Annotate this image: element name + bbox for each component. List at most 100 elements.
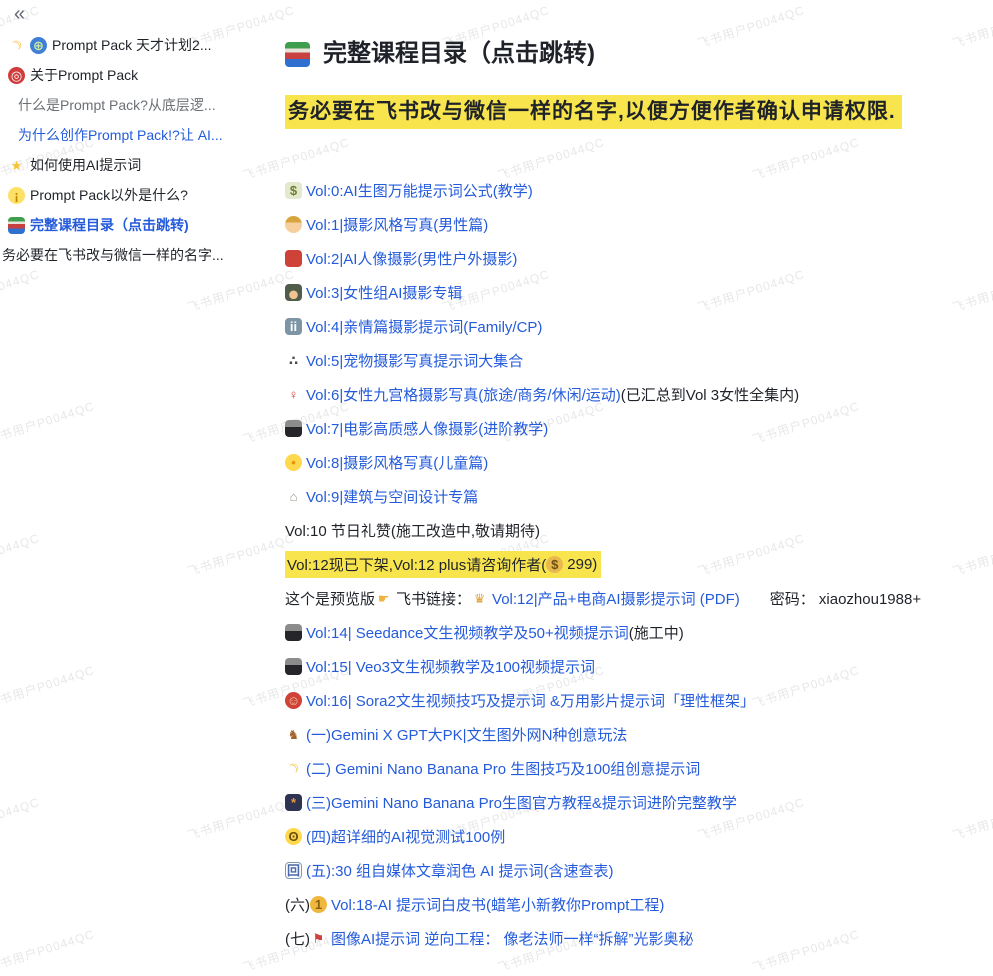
doc-link[interactable]: Vol:12|产品+电商AI摄影提示词 (PDF): [492, 588, 740, 609]
highlight-run: Vol:12现已下架,Vol:12 plus请咨询作者($ 299): [285, 551, 601, 578]
doc-link[interactable]: Vol:14| Seedance文生视频教学及50+视频提示词: [306, 622, 629, 643]
dancer-icon: ♀: [285, 386, 302, 403]
sidebar-item[interactable]: ★如何使用AI提示词: [0, 150, 270, 180]
point-right-icon: ☛: [375, 590, 392, 607]
doc-link[interactable]: (三)Gemini Nano Banana Pro生图官方教程&提示词进阶完整教…: [306, 792, 737, 813]
sidebar-item-label: 务必要在飞书改与微信一样的名字...: [2, 245, 224, 265]
watermark-text: 飞书用户P0044QC: [185, 265, 296, 316]
sidebar-item[interactable]: ☽⊕ Prompt Pack 天才计划2...: [0, 30, 270, 60]
sidebar-list: ☽⊕ Prompt Pack 天才计划2... ◎ 关于Prompt Pack 什么是P…: [0, 30, 270, 270]
catalog-row: ♞(一)Gemini X GPT大PK|文生图外网N种创意玩法: [285, 717, 987, 751]
gold-medal-icon: 1: [310, 896, 327, 913]
books-icon: [8, 217, 25, 234]
doc-link[interactable]: Vol:4|亲情篇摄影提示词(Family/CP): [306, 316, 542, 337]
sidebar-item[interactable]: 什么是Prompt Pack?从底层逻...: [0, 90, 270, 120]
doc-link[interactable]: Vol:9|建筑与空间设计专篇: [306, 486, 478, 507]
watermark-text: 飞书用户P0044QC: [0, 397, 97, 448]
catalog-row: ∴Vol:5|宠物摄影写真提示词大集合: [285, 343, 987, 377]
paw-prints-icon: ∴: [285, 352, 302, 369]
catalog-row: (六)1 Vol:18-AI 提示词白皮书(蜡笔小新教你Prompt工程): [285, 887, 987, 921]
sidebar-item[interactable]: 务必要在飞书改与微信一样的名字...: [0, 240, 270, 270]
catalog-row: Vol:12现已下架,Vol:12 plus请咨询作者($ 299): [285, 547, 987, 581]
catalog-row: (七)⚑图像AI提示词 逆向工程： 像老法师一样“拆解”光影奥秘: [285, 921, 987, 955]
dart-target-icon: ◎: [8, 67, 25, 84]
row-text: 299): [567, 556, 597, 573]
money-bag-icon: $: [546, 556, 563, 573]
monocle-face-icon: ʘ: [285, 828, 302, 845]
row-text: Vol:12现已下架,Vol:12 plus请咨询作者(: [287, 554, 546, 575]
doc-link[interactable]: (四)超详细的AI视觉测试100例: [306, 826, 505, 847]
clapper-icon: [285, 420, 302, 437]
sidebar-item[interactable]: ¡ Prompt Pack以外是什么?: [0, 180, 270, 210]
watermark-text: 飞书用户P0044QC: [0, 925, 97, 976]
globe-icon: ⊕: [30, 37, 47, 54]
doc-link[interactable]: Vol:1|摄影风格写真(男性篇): [306, 214, 488, 235]
sidebar-item-label: 关于Prompt Pack: [30, 65, 138, 85]
row-text: (七): [285, 928, 310, 949]
doc-link[interactable]: Vol:5|宠物摄影写真提示词大集合: [306, 350, 523, 371]
doc-link[interactable]: (五):30 组自媒体文章润色 AI 提示词(含速查表): [306, 860, 614, 881]
doc-link[interactable]: Vol:15| Veo3文生视频教学及100视频提示词: [306, 656, 595, 677]
row-text: (施工中): [629, 622, 684, 643]
banknote-icon: $: [285, 182, 302, 199]
watermark-text: 飞书用户P0044QC: [185, 793, 296, 844]
sidebar-item-label: 如何使用AI提示词: [30, 155, 141, 175]
clapper-icon: [285, 624, 302, 641]
man-red-cap-icon: ☺: [285, 692, 302, 709]
catalog-list: $Vol:0:AI生图万能提示词公式(教学) Vol:1|摄影风格写真(男性篇)…: [285, 173, 987, 955]
doc-link[interactable]: Vol:6|女性九宫格摄影写真(旅途/商务/休闲/运动): [306, 384, 621, 405]
catalog-row: ʘ(四)超详细的AI视觉测试100例: [285, 819, 987, 853]
watermark-text: 飞书用户P0044QC: [0, 265, 42, 316]
sidebar-item-label: Prompt Pack以外是什么?: [30, 185, 188, 205]
notice-wrap: 务必要在飞书改与微信一样的名字,以便方便作者确认申请权限.: [285, 95, 987, 129]
sidebar-item-label: 什么是Prompt Pack?从底层逻...: [18, 95, 216, 115]
document-body: 完整课程目录（点击跳转) 务必要在飞书改与微信一样的名字,以便方便作者确认申请权…: [285, 38, 987, 955]
church-icon: ⌂: [285, 488, 302, 505]
catalog-row: ♀Vol:6|女性九宫格摄影写真(旅途/商务/休闲/运动) (已汇总到Vol 3…: [285, 377, 987, 411]
catalog-row: Vol:3|女性组AI摄影专辑: [285, 275, 987, 309]
row-text: 这个是预览版: [285, 588, 375, 609]
catalog-row: Vol:1|摄影风格写真(男性篇): [285, 207, 987, 241]
books-icon: [285, 42, 310, 67]
doc-link[interactable]: Vol:2|AI人像摄影(男性户外摄影): [306, 248, 517, 269]
fireworks-icon: *: [285, 794, 302, 811]
doc-link[interactable]: Vol:3|女性组AI摄影专辑: [306, 282, 462, 303]
doc-link[interactable]: (二) Gemini Nano Banana Pro 生图技巧及100组创意提示…: [306, 758, 700, 779]
watermark-text: 飞书用户P0044QC: [0, 793, 42, 844]
catalog-row: ⌂Vol:9|建筑与空间设计专篇: [285, 479, 987, 513]
doc-link[interactable]: Vol:7|电影高质感人像摄影(进阶教学): [306, 418, 548, 439]
row-text: 密码： xiaozhou1988+: [740, 588, 921, 609]
highlighted-notice: 务必要在飞书改与微信一样的名字,以便方便作者确认申请权限.: [285, 95, 902, 129]
doc-link[interactable]: Vol:0:AI生图万能提示词公式(教学): [306, 180, 533, 201]
horse-racing-icon: ♞: [285, 726, 302, 743]
catalog-row: Vol:2|AI人像摄影(男性户外摄影): [285, 241, 987, 275]
catalog-row: Vol:7|电影高质感人像摄影(进阶教学): [285, 411, 987, 445]
doc-link[interactable]: (一)Gemini X GPT大PK|文生图外网N种创意玩法: [306, 724, 627, 745]
doc-link[interactable]: Vol:16| Sora2文生视频技巧及提示词 &万用影片提示词「理性框架」: [306, 690, 755, 711]
sidebar-item-label: Prompt Pack 天才计划2...: [52, 35, 211, 55]
doc-link[interactable]: Vol:18-AI 提示词白皮书(蜡笔小新教你Prompt工程): [331, 894, 664, 915]
sidebar-item-label: 完整课程目录（点击跳转): [30, 215, 189, 235]
doc-link[interactable]: Vol:8|摄影风格写真(儿童篇): [306, 452, 488, 473]
banana-icon: ☽: [5, 33, 29, 57]
row-text: 飞书链接：: [396, 588, 471, 609]
row-text: (六): [285, 894, 310, 915]
sidebar-item-label: 为什么创作Prompt Pack!?让 AI...: [18, 125, 223, 145]
sidebar-item[interactable]: 为什么创作Prompt Pack!?让 AI...: [0, 120, 270, 150]
bulb-icon: ¡: [8, 187, 25, 204]
golf-flag-icon: ⚑: [310, 930, 327, 947]
catalog-row: iiVol:4|亲情篇摄影提示词(Family/CP): [285, 309, 987, 343]
sidebar-item[interactable]: 完整课程目录（点击跳转): [0, 210, 270, 240]
catalog-row: ☺Vol:16| Sora2文生视频技巧及提示词 &万用影片提示词「理性框架」: [285, 683, 987, 717]
row-text: Vol:10 节日礼赞(施工改造中,敬请期待): [285, 520, 540, 541]
restroom-icon: ii: [285, 318, 302, 335]
trophy-icon: ♛: [471, 590, 488, 607]
boy-icon: [285, 216, 302, 233]
sidebar-item[interactable]: ◎ 关于Prompt Pack: [0, 60, 270, 90]
doc-link[interactable]: 图像AI提示词 逆向工程： 像老法师一样“拆解”光影奥秘: [331, 928, 694, 949]
banana-icon: ☽: [282, 756, 306, 780]
sidebar-collapse-icon[interactable]: «: [14, 0, 25, 28]
watermark-text: 飞书用户P0044QC: [0, 529, 42, 580]
catalog-row: 回(五):30 组自媒体文章润色 AI 提示词(含速查表): [285, 853, 987, 887]
catalog-row: *(三)Gemini Nano Banana Pro生图官方教程&提示词进阶完整…: [285, 785, 987, 819]
